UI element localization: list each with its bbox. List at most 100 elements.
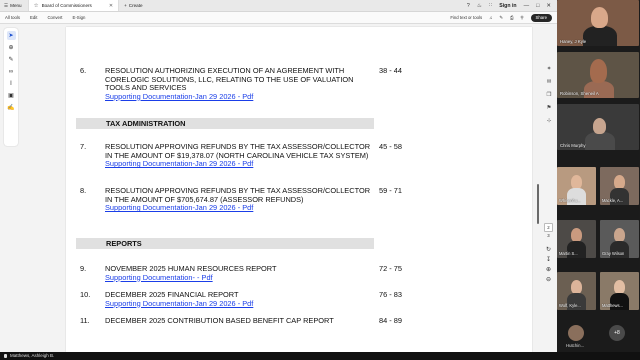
supporting-doc-link[interactable]: Supporting Documentation-Jan 29 2026 - P… (105, 160, 373, 169)
participant-tile[interactable]: Matthews... (600, 272, 639, 310)
participant-tile[interactable]: Martin S... (557, 220, 596, 258)
text-select-icon[interactable]: I (7, 79, 16, 88)
supporting-doc-link[interactable]: Supporting Documentation- - Pdf (105, 273, 373, 283)
item-number: 10. (80, 290, 91, 299)
pdf-page: 6. RESOLUTION AUTHORIZING EXECUTION OF A… (66, 27, 532, 352)
participant-name: Gray Wilson (602, 251, 625, 256)
agenda-item: 11. DECEMBER 2025 CONTRIBUTION BASED BEN… (80, 316, 420, 327)
loop-icon[interactable]: ∞ (7, 67, 16, 76)
item-pages: 76 - 83 (379, 290, 403, 299)
item-description: RESOLUTION APPROVING REFUNDS BY THE TAX … (105, 142, 373, 169)
zoom-in-icon[interactable]: ⊕ (544, 267, 553, 274)
participant-tile[interactable]: Wolf, Kyle... (557, 272, 596, 310)
all-tools-button[interactable]: All tools (5, 15, 20, 20)
participant-tile[interactable]: Haney, J Kyle (557, 0, 639, 46)
edit-button[interactable]: Edit (30, 15, 37, 20)
item-description: RESOLUTION APPROVING REFUNDS BY THE TAX … (105, 186, 373, 213)
menu-button[interactable]: ☰ Menu (0, 0, 28, 11)
item-pages: 59 - 71 (379, 186, 403, 195)
search-icon[interactable]: ⚲ (520, 15, 523, 21)
vertical-scrollbar[interactable] (537, 184, 539, 224)
signature-icon[interactable]: ✍ (7, 103, 16, 112)
agenda-item: 7. RESOLUTION APPROVING REFUNDS BY THE T… (80, 142, 420, 181)
video-gallery: Haney, J Kyle Robinson, Sheneil A Chris … (557, 0, 640, 352)
item-number: 7. (80, 142, 87, 151)
refresh-icon[interactable]: ↻ (544, 247, 553, 254)
zoom-icon[interactable]: ⊕ (7, 43, 16, 52)
maximize-icon[interactable]: □ (536, 3, 539, 9)
bookmark-icon[interactable]: ⚑ (545, 103, 554, 112)
left-tool-rail: ➤ ⊕ ✎ ∞ I ▣ ✍ (4, 28, 18, 146)
total-pages: 3 (547, 233, 550, 238)
pdf-viewer-window: ☰ Menu ☆ Board of Commissioners ✕ + Crea… (0, 0, 557, 352)
star-icon[interactable]: ☆ (34, 3, 39, 9)
agenda-item: 6. RESOLUTION AUTHORIZING EXECUTION OF A… (80, 66, 420, 105)
supporting-doc-link[interactable]: Supporting Documentation-Jan 29 2026 - P… (105, 299, 373, 309)
participant-name: Hutchin... (566, 343, 585, 348)
tab-title: Board of Commissioners (41, 3, 92, 8)
apps-grid-icon[interactable]: ∷ (489, 3, 493, 9)
participant-tile[interactable]: Mackle, A... (600, 167, 639, 205)
item-pages: 38 - 44 (379, 66, 403, 75)
select-cursor-icon[interactable]: ➤ (6, 31, 16, 40)
bell-icon[interactable]: ♨ (477, 3, 482, 9)
item-description: RESOLUTION AUTHORIZING EXECUTION OF AN A… (105, 66, 373, 102)
more-participants-button[interactable]: +8 (609, 325, 625, 341)
tab-bar: ☰ Menu ☆ Board of Commissioners ✕ + Crea… (0, 0, 557, 12)
agenda-item: 8. RESOLUTION APPROVING REFUNDS BY THE T… (80, 186, 420, 225)
current-page[interactable]: 2 (544, 223, 553, 232)
headset-icon[interactable]: ♫ (489, 15, 492, 20)
item-number: 9. (80, 264, 87, 273)
item-description: DECEMBER 2025 FINANCIAL REPORT Supportin… (105, 290, 373, 309)
active-speaker-name: Matthews, Ashleigh B. (10, 353, 55, 358)
item-number: 6. (80, 66, 87, 75)
comment-icon[interactable]: ✎ (499, 15, 503, 21)
page-navigator: 2 3 ↻ ↧ ⊕ ⊖ (544, 223, 553, 284)
participant-tile[interactable]: Robinson, Sheneil A (557, 52, 639, 98)
participant-name: Whisenhu... (559, 198, 581, 203)
participant-name: Wolf, Kyle... (559, 303, 581, 308)
zoom-out-icon[interactable]: ⊖ (544, 277, 553, 284)
item-pages: 72 - 75 (379, 264, 403, 273)
print-icon[interactable]: ⎙ (510, 15, 513, 20)
participant-name: Chris Murphy (560, 143, 586, 148)
convert-button[interactable]: Convert (47, 15, 62, 20)
participant-tile[interactable]: Whisenhu... (557, 167, 596, 205)
item-pages: 84 - 89 (379, 316, 403, 325)
window-controls: ? ♨ ∷ Sign in — □ ✕ (467, 0, 557, 11)
help-icon[interactable]: ? (467, 3, 470, 9)
esign-button[interactable]: E-Sign (73, 15, 86, 20)
item-description: DECEMBER 2025 CONTRIBUTION BASED BENEFIT… (105, 316, 334, 325)
supporting-doc-link[interactable]: Supporting Documentation-Jan 29 2026 - P… (105, 204, 373, 213)
microphone-icon (4, 353, 7, 358)
find-input[interactable]: Find text or tools (450, 15, 482, 20)
attachment-icon[interactable]: ⊹ (545, 116, 554, 125)
plus-icon: + (124, 3, 127, 8)
close-window-icon[interactable]: ✕ (546, 3, 551, 9)
active-speaker-bar: Matthews, Ashleigh B. (0, 352, 640, 360)
document-tab[interactable]: ☆ Board of Commissioners ✕ (27, 0, 120, 11)
stamp-icon[interactable]: ▣ (7, 91, 16, 100)
copy-icon[interactable]: ❐ (545, 90, 554, 99)
share-button[interactable]: Share (530, 13, 552, 22)
item-number: 8. (80, 186, 87, 195)
participant-tile[interactable]: Gray Wilson (600, 220, 639, 258)
create-button[interactable]: + Create (119, 0, 147, 11)
supporting-doc-link[interactable]: Supporting Documentation-Jan 29 2026 - P… (105, 92, 373, 102)
ai-assistant-icon[interactable]: ✶ (545, 64, 554, 73)
close-tab-icon[interactable]: ✕ (109, 3, 113, 9)
participant-name: Haney, J Kyle (560, 39, 587, 44)
participant-tile[interactable]: Chris Murphy (557, 104, 639, 150)
item-number: 11. (80, 316, 90, 325)
avatar[interactable] (568, 325, 584, 341)
minimize-icon[interactable]: — (524, 3, 530, 9)
sign-in-button[interactable]: Sign in (499, 3, 516, 9)
download-icon[interactable]: ↧ (544, 257, 553, 264)
participant-name: Matthews... (602, 303, 623, 308)
comment-panel-icon[interactable]: ✉ (545, 77, 554, 86)
toolbar-right: Find text or tools ♫ ✎ ⎙ ⚲ Share (450, 13, 552, 22)
participant-name: Martin S... (559, 251, 578, 256)
agenda-item: 10. DECEMBER 2025 FINANCIAL REPORT Suppo… (80, 290, 420, 309)
item-description: NOVEMBER 2025 HUMAN RESOURCES REPORT Sup… (105, 264, 373, 283)
pencil-icon[interactable]: ✎ (7, 55, 16, 64)
